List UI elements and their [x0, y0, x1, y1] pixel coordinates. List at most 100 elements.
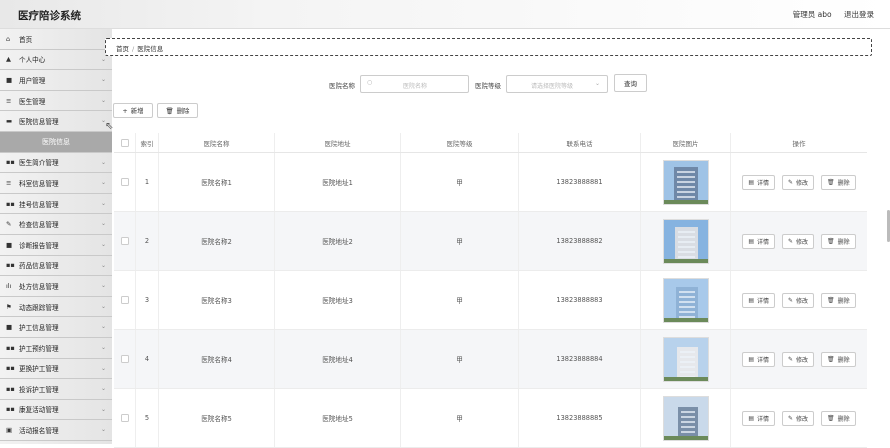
row-delete-button[interactable]: 🗑 删除 [821, 174, 856, 190]
sidebar-item[interactable]: ≡ 医生管理 ⌄ [0, 91, 112, 112]
detail-button[interactable]: ▤ 详情 [742, 351, 775, 367]
column-header: 索引 [136, 133, 159, 152]
hospital-photo[interactable] [662, 336, 709, 382]
sidebar-item[interactable]: ≡ 科室信息管理 ⌄ [0, 173, 112, 194]
row-delete-label: 删除 [837, 297, 850, 305]
sidebar-subitem-hospital-info[interactable]: 医院信息 [0, 131, 112, 153]
row-delete-button[interactable]: 🗑 删除 [821, 351, 856, 367]
sidebar-item[interactable]: ■ 用户管理 ⌄ [0, 70, 112, 91]
delete-label: 删除 [176, 107, 190, 115]
hospital-level-select[interactable]: 请选择医院等级 ⌄ [506, 75, 608, 93]
detail-label: 详情 [756, 415, 769, 423]
table-row: 4 医院名称4 医院地址4 甲 13823888884 ▤ 详情 ✎ 修改 🗑 删除 [114, 330, 867, 389]
index-cell: 3 [136, 271, 159, 329]
edit-button[interactable]: ✎ 修改 [782, 233, 815, 249]
hospital-photo[interactable] [662, 395, 709, 441]
user-label: 管理员 abo [792, 10, 832, 19]
chevron-down-icon: ⌄ [100, 96, 106, 104]
logout-link[interactable]: 退出登录 [844, 10, 874, 19]
row-delete-button[interactable]: 🗑 删除 [821, 292, 856, 308]
delete-button[interactable]: 🗑 删除 [157, 103, 198, 118]
sidebar-item[interactable]: ■ 诊断报告管理 ⌄ [0, 235, 112, 256]
add-button[interactable]: + 新增 [113, 103, 153, 118]
phone-cell: 13823888885 [519, 389, 641, 447]
sidebar-item[interactable]: ▪▪ 护工预约管理 ⌄ [0, 338, 112, 359]
sidebar-item[interactable]: ▪▪ 更换护工管理 ⌄ [0, 359, 112, 380]
edit-label: 修改 [796, 179, 809, 187]
hospital-photo[interactable] [662, 159, 709, 205]
detail-button[interactable]: ▤ 详情 [742, 233, 775, 249]
hospital-photo[interactable] [662, 218, 709, 264]
detail-icon: ▤ [748, 178, 754, 186]
actions-cell: ▤ 详情 ✎ 修改 🗑 删除 [731, 389, 867, 447]
detail-icon: ▤ [748, 355, 754, 363]
hospital-name-input[interactable]: ○ 医院名称 [360, 75, 469, 93]
detail-button[interactable]: ▤ 详情 [742, 292, 775, 308]
phone-cell: 13823888884 [519, 330, 641, 388]
hospital-image-cell [641, 330, 731, 388]
main-content: 首页 / 医院信息 医院名称 ○ 医院名称 医院等级 请选择医院等级 ⌄ 查询 + 新… [105, 29, 890, 448]
trash-icon: 🗑 [827, 178, 835, 186]
detail-button[interactable]: ▤ 详情 [742, 174, 775, 190]
select-all-checkbox[interactable] [120, 138, 129, 147]
edit-icon: ✎ [788, 355, 794, 363]
sidebar-item[interactable]: ▲ 个人中心 ⌄ [0, 50, 112, 71]
edit-button[interactable]: ✎ 修改 [782, 174, 815, 190]
row-delete-button[interactable]: 🗑 删除 [821, 233, 856, 249]
mouse-cursor-icon: ⇖ [105, 121, 114, 132]
trash-icon: 🗑 [827, 355, 835, 363]
sidebar-item-label: 康复活动管理 [19, 406, 59, 415]
doc-icon: ■ [6, 323, 13, 332]
row-delete-button[interactable]: 🗑 删除 [821, 410, 856, 426]
edit-icon: ✎ [788, 296, 794, 304]
hospital-name-cell: 医院名称3 [159, 271, 275, 329]
sidebar: ⌂ 首页 ▲ 个人中心 ⌄ ■ 用户管理 ⌄ ≡ 医生管理 ⌄ ▬ 医院信息管理 ⌄ 医院信息 ▪▪ 医生简介管… [0, 29, 112, 444]
sidebar-item[interactable]: ■ 护工信息管理 ⌄ [0, 317, 112, 338]
row-checkbox[interactable] [120, 414, 129, 422]
sidebar-item[interactable]: ⚑ 动态跟踪管理 ⌄ [0, 297, 112, 318]
chevron-down-icon: ⌄ [100, 343, 106, 351]
search-icon: ○ [367, 79, 373, 86]
sidebar-item[interactable]: ▪▪ 投诉护工管理 ⌄ [0, 379, 112, 400]
sidebar-item[interactable]: ▬ 医院信息管理 ⌄ [0, 111, 112, 132]
table-row: 3 医院名称3 医院地址3 甲 13823888883 ▤ 详情 ✎ 修改 🗑 删除 [114, 271, 867, 330]
hospital-image-cell [641, 212, 731, 270]
hospital-table: 索引 医院名称 医院地址 医院等级 联系电话 医院图片 操作 1 医院名称1 医院地址1 甲 138… [114, 133, 867, 448]
sidebar-item[interactable]: ▣ 活动报名管理 ⌄ [0, 420, 112, 441]
actions-cell: ▤ 详情 ✎ 修改 🗑 删除 [731, 153, 867, 211]
edit-button[interactable]: ✎ 修改 [782, 292, 815, 308]
row-checkbox[interactable] [120, 237, 129, 245]
column-header: 医院地址 [275, 133, 401, 152]
query-button[interactable]: 查询 [614, 74, 647, 92]
grid-icon: ▪▪ [6, 261, 15, 270]
edit-label: 修改 [796, 415, 809, 423]
row-checkbox[interactable] [120, 178, 129, 186]
hospital-address-cell: 医院地址3 [275, 271, 401, 329]
edit-button[interactable]: ✎ 修改 [782, 410, 815, 426]
sidebar-item-label: 用户管理 [19, 76, 46, 85]
sidebar-item[interactable]: ▪▪ 医生简介管理 ⌄ [0, 153, 112, 174]
hospital-address-cell: 医院地址1 [275, 153, 401, 211]
grid-icon: ▪▪ [6, 158, 15, 167]
hospital-level-cell: 甲 [401, 271, 519, 329]
actions-cell: ▤ 详情 ✎ 修改 🗑 删除 [731, 330, 867, 388]
row-checkbox[interactable] [120, 355, 129, 363]
trash-icon: 🗑 [827, 237, 835, 245]
row-checkbox[interactable] [120, 296, 129, 304]
sidebar-item[interactable]: ▪▪ 康复活动管理 ⌄ [0, 400, 112, 421]
sidebar-item[interactable]: ılı 处方信息管理 ⌄ [0, 276, 112, 297]
chevron-down-icon: ⌄ [594, 80, 600, 87]
sidebar-item[interactable]: ▪▪ 挂号信息管理 ⌄ [0, 194, 112, 215]
sidebar-item[interactable]: ⌂ 首页 [0, 29, 112, 50]
sidebar-item-label: 首页 [19, 35, 33, 44]
hospital-photo-drawing [663, 278, 708, 322]
hospital-level-cell: 甲 [401, 389, 519, 447]
breadcrumb-home[interactable]: 首页 [116, 45, 129, 53]
sidebar-item[interactable]: ▪▪ 药品信息管理 ⌄ [0, 256, 112, 277]
user-area: 管理员 abo 退出登录 [783, 9, 874, 20]
sidebar-item[interactable]: ✎ 检查信息管理 ⌄ [0, 214, 112, 235]
row-delete-label: 删除 [837, 356, 850, 364]
hospital-photo[interactable] [662, 277, 709, 323]
edit-button[interactable]: ✎ 修改 [782, 351, 815, 367]
detail-button[interactable]: ▤ 详情 [742, 410, 775, 426]
